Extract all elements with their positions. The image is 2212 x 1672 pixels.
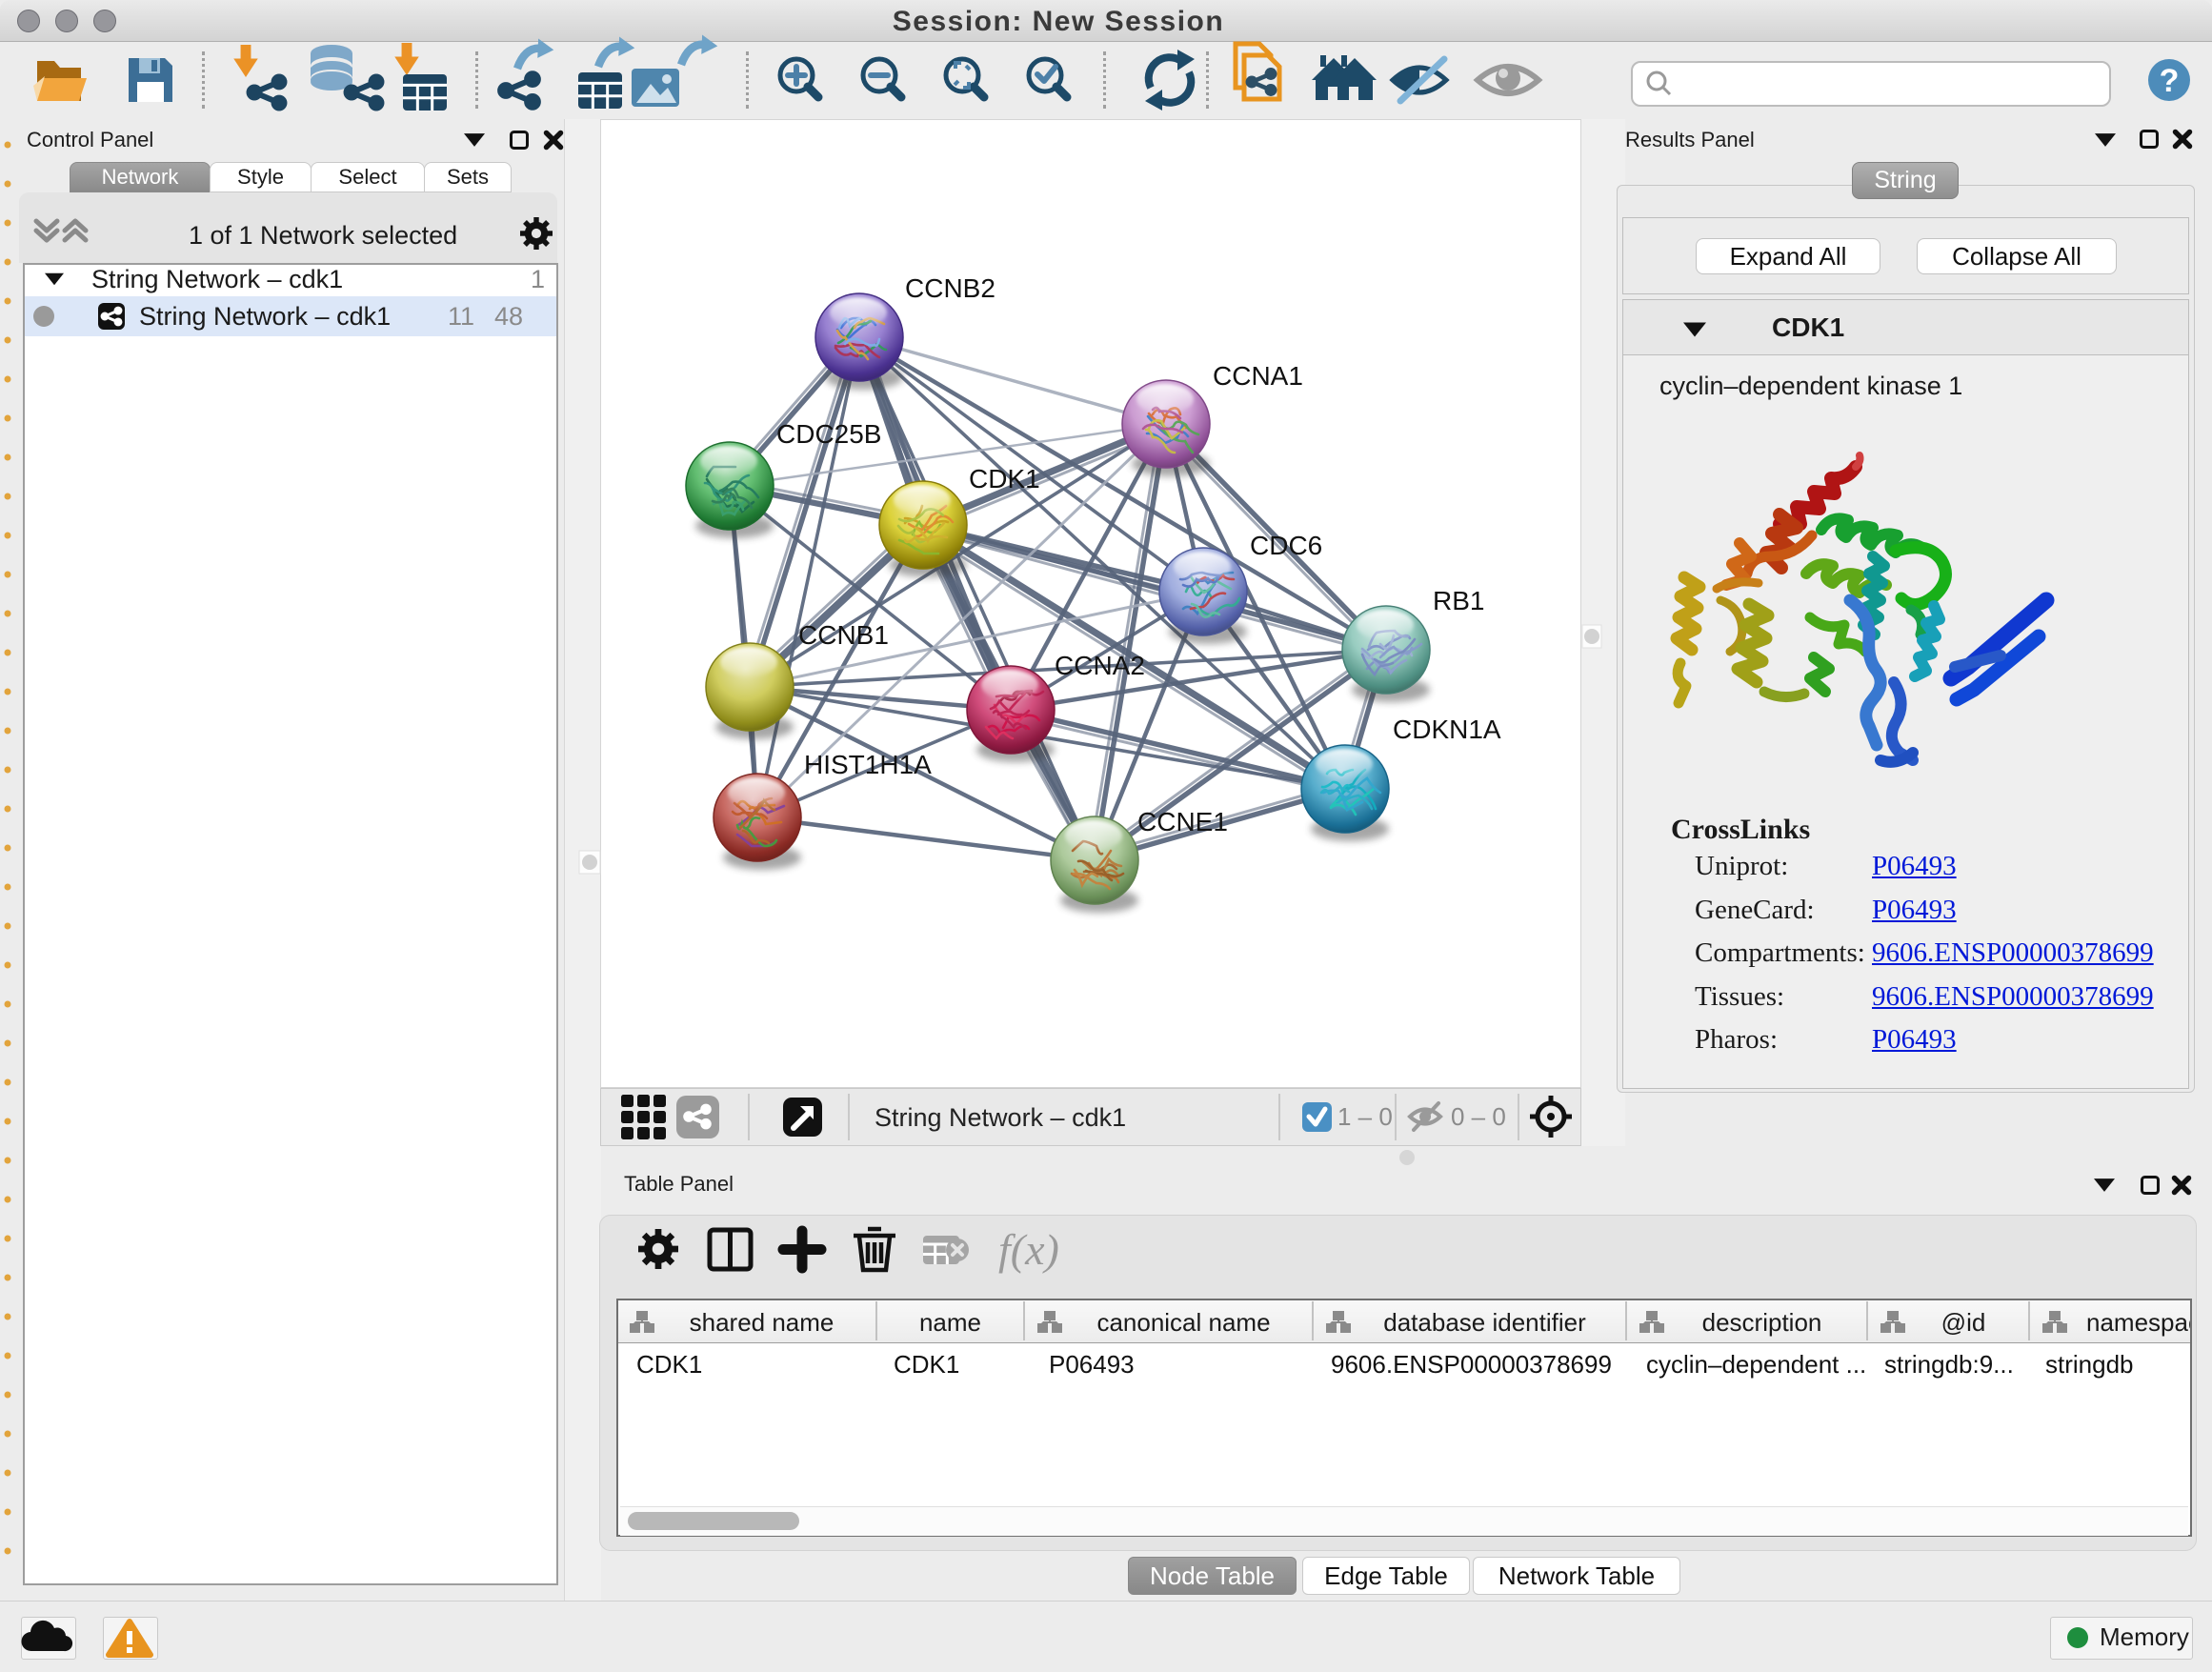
svg-text:String Network – cdk1: String Network – cdk1 xyxy=(875,1103,1126,1132)
svg-text:0 – 0: 0 – 0 xyxy=(1451,1102,1506,1131)
svg-text:CDK1: CDK1 xyxy=(636,1350,702,1379)
svg-text:namespace: namespace xyxy=(2086,1308,2212,1337)
svg-text:@id: @id xyxy=(1941,1308,1986,1337)
svg-text:cyclin–dependent ...: cyclin–dependent ... xyxy=(1646,1350,1866,1379)
svg-text:database identifier: database identifier xyxy=(1383,1308,1586,1337)
svg-text:stringdb:9...: stringdb:9... xyxy=(1884,1350,2014,1379)
svg-text:P06493: P06493 xyxy=(1049,1350,1135,1379)
svg-text:f(x): f(x) xyxy=(998,1225,1059,1274)
svg-text:CDK1: CDK1 xyxy=(894,1350,959,1379)
svg-text:shared name: shared name xyxy=(690,1308,835,1337)
svg-text:9606.ENSP00000378699: 9606.ENSP00000378699 xyxy=(1331,1350,1612,1379)
svg-text:stringdb: stringdb xyxy=(2045,1350,2134,1379)
svg-text:name: name xyxy=(919,1308,981,1337)
svg-text:canonical name: canonical name xyxy=(1096,1308,1270,1337)
svg-text:description: description xyxy=(1702,1308,1822,1337)
svg-text:1 – 0: 1 – 0 xyxy=(1337,1102,1393,1131)
svg-text:?: ? xyxy=(2160,63,2180,99)
